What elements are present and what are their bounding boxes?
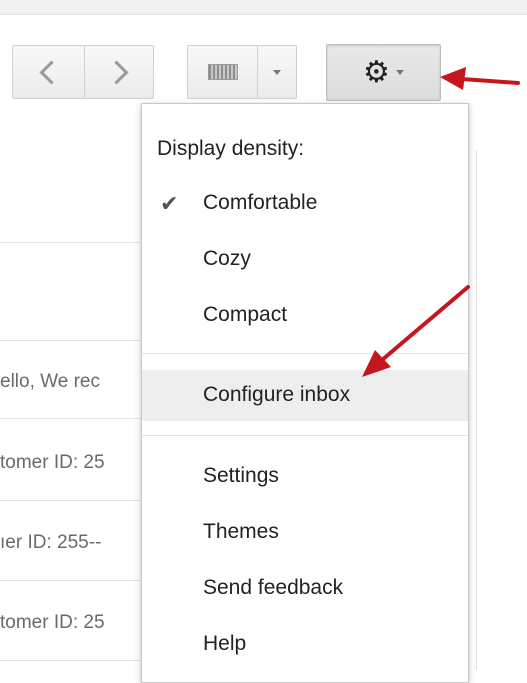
chevron-down-icon: [395, 70, 404, 75]
email-list: ello, We rec tomer ID: 25 ıer ID: 255-- …: [0, 150, 145, 670]
menu-item-settings[interactable]: Settings: [142, 462, 468, 502]
settings-gear-button[interactable]: ⚙: [326, 44, 441, 101]
gear-icon: ⚙: [363, 54, 390, 90]
menu-item-send-feedback[interactable]: Send feedback: [142, 574, 468, 614]
menu-item-label: Themes: [203, 520, 279, 543]
menu-item-label: Send feedback: [203, 576, 344, 599]
email-snippet[interactable]: ello, We rec: [0, 371, 145, 393]
email-snippet[interactable]: tomer ID: 25: [0, 452, 145, 474]
list-divider: [0, 340, 145, 341]
newer-button[interactable]: [84, 45, 154, 99]
menu-item-label: Settings: [203, 464, 279, 487]
menu-item-configure-inbox[interactable]: Configure inbox: [142, 370, 468, 421]
list-divider: [0, 500, 145, 501]
list-divider: [0, 242, 145, 243]
menu-item-cozy[interactable]: Cozy: [142, 245, 468, 285]
top-bar: [0, 0, 527, 15]
settings-menu: Display density: ✔ Comfortable Cozy Comp…: [141, 103, 469, 683]
menu-item-label: Compact: [203, 303, 288, 326]
menu-item-themes[interactable]: Themes: [142, 518, 468, 558]
chevron-down-icon: [273, 69, 281, 75]
checkmark-icon: ✔: [160, 191, 179, 216]
input-tools-dropdown-button[interactable]: [257, 45, 297, 99]
keyboard-icon: [207, 64, 238, 80]
annotation-arrow: [440, 67, 520, 90]
email-snippet[interactable]: ıer ID: 255--: [0, 532, 145, 554]
list-divider: [0, 660, 145, 661]
menu-separator: [142, 435, 468, 436]
list-divider: [0, 418, 145, 419]
menu-item-label: Help: [203, 632, 247, 655]
display-density-header: Display density:: [157, 137, 305, 160]
menu-item-label: Configure inbox: [203, 383, 351, 406]
email-snippet[interactable]: tomer ID: 25: [0, 612, 145, 634]
content-divider: [476, 150, 477, 670]
menu-item-comfortable[interactable]: ✔ Comfortable: [142, 189, 468, 229]
chevron-right-icon: [103, 59, 129, 85]
older-button[interactable]: [12, 45, 84, 99]
menu-separator: [142, 353, 468, 354]
chevron-left-icon: [39, 59, 64, 85]
list-divider: [0, 580, 145, 581]
menu-item-label: Comfortable: [203, 191, 318, 214]
menu-item-compact[interactable]: Compact: [142, 301, 468, 341]
input-tools-button[interactable]: [187, 45, 257, 99]
menu-item-label: Cozy: [203, 247, 251, 270]
menu-item-help[interactable]: Help: [142, 630, 468, 670]
